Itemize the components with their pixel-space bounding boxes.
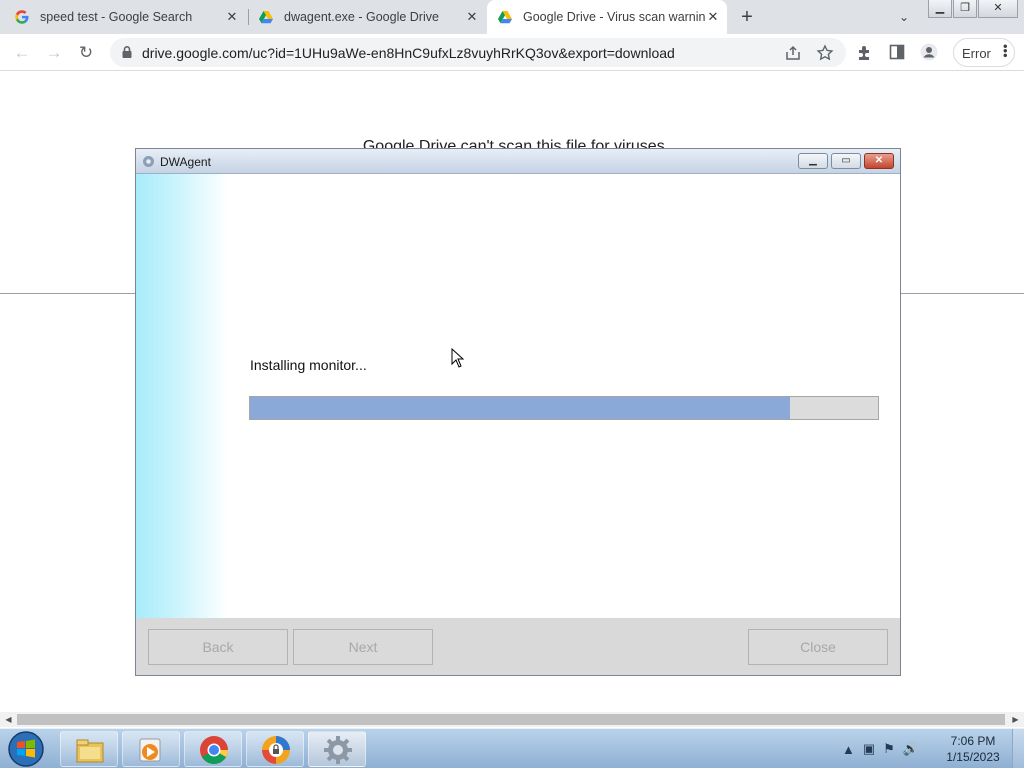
browser-window-controls: ▁ ❐ ✕ (928, 0, 1020, 18)
tab-dwagent-drive[interactable]: dwagent.exe - Google Drive ✕ (258, 0, 480, 34)
close-icon[interactable]: ✕ (864, 153, 894, 169)
taskbar-dwagent-lock[interactable] (246, 731, 304, 767)
dwagent-app-icon (143, 156, 154, 167)
tab-strip: speed test - Google Search ✕ dwagent.exe… (0, 0, 1024, 34)
mouse-cursor-icon (451, 348, 465, 368)
taskbar-dwagent-setup[interactable] (308, 731, 366, 767)
tab-separator (248, 9, 249, 25)
back-arrow-icon[interactable]: ← (11, 42, 33, 64)
dialog-footer: Back Next Close (136, 618, 900, 675)
close-icon[interactable]: ✕ (224, 9, 240, 25)
share-icon[interactable] (784, 44, 802, 62)
minimize-icon[interactable]: ▁ (798, 153, 828, 169)
system-tray: ▲ ▣ ⚑ 🔊 (842, 729, 919, 768)
extensions-icon[interactable] (856, 43, 874, 61)
url-text[interactable]: drive.google.com/uc?id=1UHu9aWe-en8HnC9u… (142, 45, 675, 61)
folder-icon (76, 739, 104, 763)
dialog-title: DWAgent (160, 155, 211, 169)
progress-fill (250, 397, 791, 419)
taskbar: ▲ ▣ ⚑ 🔊 7:06 PM 1/15/2023 (0, 728, 1024, 768)
show-hidden-icons-icon[interactable]: ▲ (842, 742, 855, 757)
profile-avatar-icon[interactable] (920, 43, 938, 61)
show-desktop-button[interactable] (1012, 729, 1024, 768)
taskbar-explorer[interactable] (60, 731, 118, 767)
install-progress-bar (249, 396, 879, 420)
lock-icon[interactable] (120, 45, 134, 59)
error-label: Error (962, 46, 991, 61)
scroll-right-icon[interactable]: ▶ (1011, 715, 1020, 724)
dialog-side-panel (136, 174, 228, 618)
scroll-left-icon[interactable]: ◀ (4, 715, 13, 724)
tab-title: dwagent.exe - Google Drive (284, 10, 439, 24)
close-window-icon[interactable]: ✕ (978, 0, 1018, 18)
browser-toolbar: ← → ↻ drive.google.com/uc?id=1UHu9aWe-en… (0, 34, 1024, 71)
next-button[interactable]: Next (293, 629, 433, 665)
forward-arrow-icon[interactable]: → (43, 42, 65, 64)
google-icon (15, 10, 29, 24)
media-player-icon (139, 738, 161, 762)
tab-title: speed test - Google Search (40, 10, 193, 24)
address-bar[interactable]: drive.google.com/uc?id=1UHu9aWe-en8HnC9u… (110, 38, 846, 67)
minimize-icon[interactable]: ▁ (928, 0, 952, 18)
new-tab-button[interactable]: + (737, 7, 757, 27)
more-menu-icon[interactable]: ••• (998, 44, 1013, 58)
close-icon[interactable]: ✕ (464, 9, 480, 25)
dialog-titlebar[interactable]: DWAgent ▁ ▭ ✕ (136, 149, 900, 174)
taskbar-chrome[interactable] (184, 731, 242, 767)
network-icon[interactable]: ▣ (863, 741, 875, 757)
chrome-icon (200, 736, 228, 764)
horizontal-scrollbar[interactable]: ◀ ▶ (0, 712, 1024, 727)
google-drive-icon (498, 11, 512, 24)
gear-icon (324, 736, 352, 764)
windows-start-icon[interactable] (4, 730, 48, 768)
screen: { "browser": { "tabs": [ { "title": "spe… (0, 0, 1024, 768)
bookmark-star-icon[interactable] (816, 44, 834, 62)
close-button[interactable]: Close (748, 629, 888, 665)
maximize-icon[interactable]: ▭ (831, 153, 861, 169)
clock-time: 7:06 PM (950, 734, 996, 748)
google-drive-icon (259, 11, 273, 24)
dialog-window-controls: ▁ ▭ ✕ (798, 153, 894, 169)
tab-virus-scan-warning[interactable]: Google Drive - Virus scan warning ✕ (487, 0, 727, 34)
close-icon[interactable]: ✕ (705, 9, 721, 25)
shield-lock-icon (262, 736, 290, 764)
side-panel-icon[interactable] (888, 43, 906, 61)
profile-error-button[interactable]: Error ••• (953, 38, 1015, 67)
scrollbar-thumb[interactable] (17, 714, 1005, 725)
reload-icon[interactable]: ↻ (75, 42, 97, 64)
tab-speed-test[interactable]: speed test - Google Search ✕ (14, 0, 240, 34)
dwagent-dialog: DWAgent ▁ ▭ ✕ Installing monitor... Back… (135, 148, 901, 676)
install-status-text: Installing monitor... (250, 357, 367, 373)
chevron-down-icon[interactable]: ⌄ (896, 9, 912, 25)
clock-date: 1/15/2023 (946, 750, 1000, 764)
taskbar-clock[interactable]: 7:06 PM 1/15/2023 (940, 733, 1006, 765)
back-button[interactable]: Back (148, 629, 288, 665)
tab-title: Google Drive - Virus scan warning (523, 10, 705, 24)
restore-icon[interactable]: ❐ (953, 0, 977, 18)
taskbar-media-player[interactable] (122, 731, 180, 767)
volume-icon[interactable]: 🔊 (903, 741, 919, 757)
action-center-flag-icon[interactable]: ⚑ (883, 741, 895, 757)
